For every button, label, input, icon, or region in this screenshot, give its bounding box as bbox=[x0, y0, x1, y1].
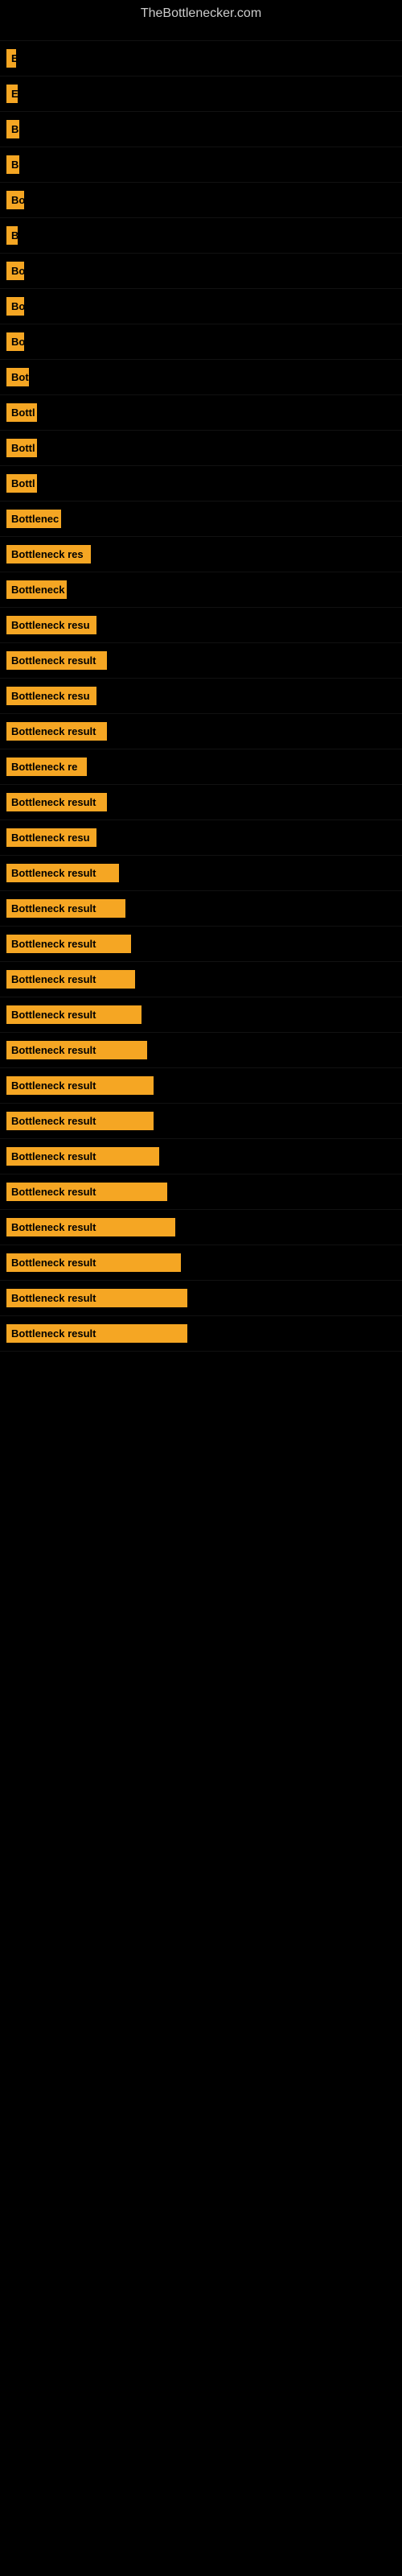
bottleneck-label: Bottleneck result bbox=[6, 1324, 187, 1343]
list-item: Bo bbox=[0, 254, 402, 289]
bottleneck-label: Bottleneck result bbox=[6, 899, 125, 918]
bottleneck-label: Bottleneck result bbox=[6, 1218, 175, 1236]
bottleneck-label: Bottleneck result bbox=[6, 1289, 187, 1307]
list-item: Bottleneck bbox=[0, 572, 402, 608]
bottleneck-label: Bottleneck result bbox=[6, 1041, 147, 1059]
bottleneck-label: Bottlenec bbox=[6, 510, 61, 528]
list-item: B bbox=[0, 147, 402, 183]
bottleneck-label: Bottleneck result bbox=[6, 1183, 167, 1201]
list-item: Bottleneck result bbox=[0, 1033, 402, 1068]
bottleneck-label: E bbox=[6, 85, 18, 103]
site-title: TheBottlenecker.com bbox=[0, 0, 402, 24]
bottleneck-label: Bot bbox=[6, 368, 29, 386]
list-item: E bbox=[0, 76, 402, 112]
bottleneck-label: Bottleneck result bbox=[6, 1253, 181, 1272]
bottleneck-label: Bottleneck result bbox=[6, 793, 107, 811]
bottleneck-label: Bottleneck result bbox=[6, 970, 135, 989]
list-item: Bo bbox=[0, 324, 402, 360]
list-item: Bottl bbox=[0, 395, 402, 431]
list-item: Bottleneck resu bbox=[0, 820, 402, 856]
list-item: Bottleneck result bbox=[0, 856, 402, 891]
bottleneck-label: Bottleneck result bbox=[6, 864, 119, 882]
list-item: Bottleneck re bbox=[0, 749, 402, 785]
list-item bbox=[0, 24, 402, 41]
list-item: Bottleneck result bbox=[0, 997, 402, 1033]
bottleneck-label: Bottleneck resu bbox=[6, 828, 96, 847]
list-item: Bottleneck resu bbox=[0, 679, 402, 714]
list-item: Bottleneck result bbox=[0, 1174, 402, 1210]
list-item: B bbox=[0, 218, 402, 254]
bottleneck-label: B bbox=[6, 226, 18, 245]
list-item: Bottleneck result bbox=[0, 1245, 402, 1281]
bottleneck-label: Bo bbox=[6, 191, 24, 209]
items-container: EEBBBoBBoBoBoBotBottlBottlBottlBottlenec… bbox=[0, 24, 402, 1352]
bottleneck-label: Bottl bbox=[6, 474, 37, 493]
list-item: Bottleneck result bbox=[0, 1281, 402, 1316]
list-item: Bottleneck result bbox=[0, 643, 402, 679]
bottleneck-label: Bottleneck result bbox=[6, 1112, 154, 1130]
list-item: Bottleneck result bbox=[0, 1104, 402, 1139]
bottleneck-label: Bottl bbox=[6, 439, 37, 457]
list-item: E bbox=[0, 41, 402, 76]
bottleneck-label: Bottleneck resu bbox=[6, 687, 96, 705]
list-item: B bbox=[0, 112, 402, 147]
list-item: Bottl bbox=[0, 431, 402, 466]
list-item: Bottlenec bbox=[0, 502, 402, 537]
list-item: Bottleneck result bbox=[0, 714, 402, 749]
bottleneck-label: Bottleneck result bbox=[6, 1005, 142, 1024]
list-item: Bottleneck result bbox=[0, 927, 402, 962]
bottleneck-label: Bo bbox=[6, 297, 24, 316]
bottleneck-label: Bottleneck result bbox=[6, 1076, 154, 1095]
list-item: Bo bbox=[0, 289, 402, 324]
list-item: Bottleneck resu bbox=[0, 608, 402, 643]
list-item: Bottleneck result bbox=[0, 1068, 402, 1104]
list-item: Bottleneck result bbox=[0, 1210, 402, 1245]
bottleneck-label: Bottleneck result bbox=[6, 722, 107, 741]
list-item: Bottleneck result bbox=[0, 891, 402, 927]
list-item: Bo bbox=[0, 183, 402, 218]
bottleneck-label: B bbox=[6, 155, 19, 174]
bottleneck-label: Bo bbox=[6, 262, 24, 280]
list-item: Bottleneck result bbox=[0, 1316, 402, 1352]
bottleneck-label: Bottleneck resu bbox=[6, 616, 96, 634]
list-item: Bottl bbox=[0, 466, 402, 502]
bottleneck-label: Bottleneck result bbox=[6, 935, 131, 953]
bottleneck-label: Bottleneck re bbox=[6, 758, 87, 776]
bottleneck-label: Bottleneck result bbox=[6, 651, 107, 670]
list-item: Bottleneck result bbox=[0, 1139, 402, 1174]
bottleneck-label: Bottleneck result bbox=[6, 1147, 159, 1166]
list-item: Bottleneck result bbox=[0, 962, 402, 997]
list-item: Bottleneck res bbox=[0, 537, 402, 572]
list-item: Bottleneck result bbox=[0, 785, 402, 820]
bottleneck-label: Bottl bbox=[6, 403, 37, 422]
bottleneck-label: Bottleneck res bbox=[6, 545, 91, 564]
bottleneck-label: B bbox=[6, 120, 19, 138]
bottleneck-label: E bbox=[6, 49, 16, 68]
bottleneck-label: Bottleneck bbox=[6, 580, 67, 599]
list-item: Bot bbox=[0, 360, 402, 395]
bottleneck-label: Bo bbox=[6, 332, 24, 351]
